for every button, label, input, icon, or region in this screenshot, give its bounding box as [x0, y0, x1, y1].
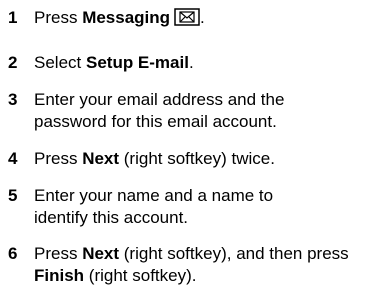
step-text-post: . [188, 53, 194, 72]
step-text: Enter your name and a name to identify t… [34, 186, 274, 227]
step-text-pre: Press [34, 149, 83, 168]
step-text-pre: Select [34, 53, 86, 72]
step-text: Select Setup E-mail. [34, 52, 380, 74]
step-text-post: (right softkey) twice. [119, 149, 275, 168]
softkey-finish-label: Finish [34, 266, 85, 285]
envelope-icon [174, 8, 200, 26]
step-text: Press Next (right softkey) twice. [34, 148, 380, 170]
step-text-pre: Press [34, 8, 83, 27]
softkey-next-label: Next [82, 244, 120, 263]
instruction-steps: 1 Press Messaging. 2 Select Setup E-mail… [0, 0, 384, 297]
step-number: 3 [8, 90, 18, 109]
step-text-post: . [200, 8, 205, 27]
step-text-pre: Press [34, 244, 83, 263]
step-6: 6 Press Next (right softkey), and then p… [4, 243, 380, 287]
step-text: Enter your email address and the passwor… [34, 90, 285, 131]
softkey-next-label: Next [82, 149, 120, 168]
step-text-post: (right softkey). [84, 266, 197, 285]
menu-setup-email-label: Setup E-mail [85, 53, 189, 72]
step-number: 6 [8, 244, 18, 263]
menu-messaging-label: Messaging [82, 8, 171, 27]
step-3: 3 Enter your email address and the passw… [4, 89, 380, 133]
step-4: 4 Press Next (right softkey) twice. [4, 148, 380, 170]
step-5: 5 Enter your name and a name to identify… [4, 185, 380, 229]
step-2: 2 Select Setup E-mail. [4, 52, 380, 74]
step-number: 2 [8, 53, 18, 72]
step-number: 4 [8, 149, 18, 168]
step-number: 5 [8, 186, 18, 205]
step-1: 1 Press Messaging. [4, 7, 380, 29]
step-number: 1 [8, 8, 18, 27]
step-text-mid: (right softkey), and then press [119, 244, 349, 263]
step-text: Press Next (right softkey), and then pre… [34, 243, 364, 287]
step-text: Press Messaging. [34, 7, 380, 29]
